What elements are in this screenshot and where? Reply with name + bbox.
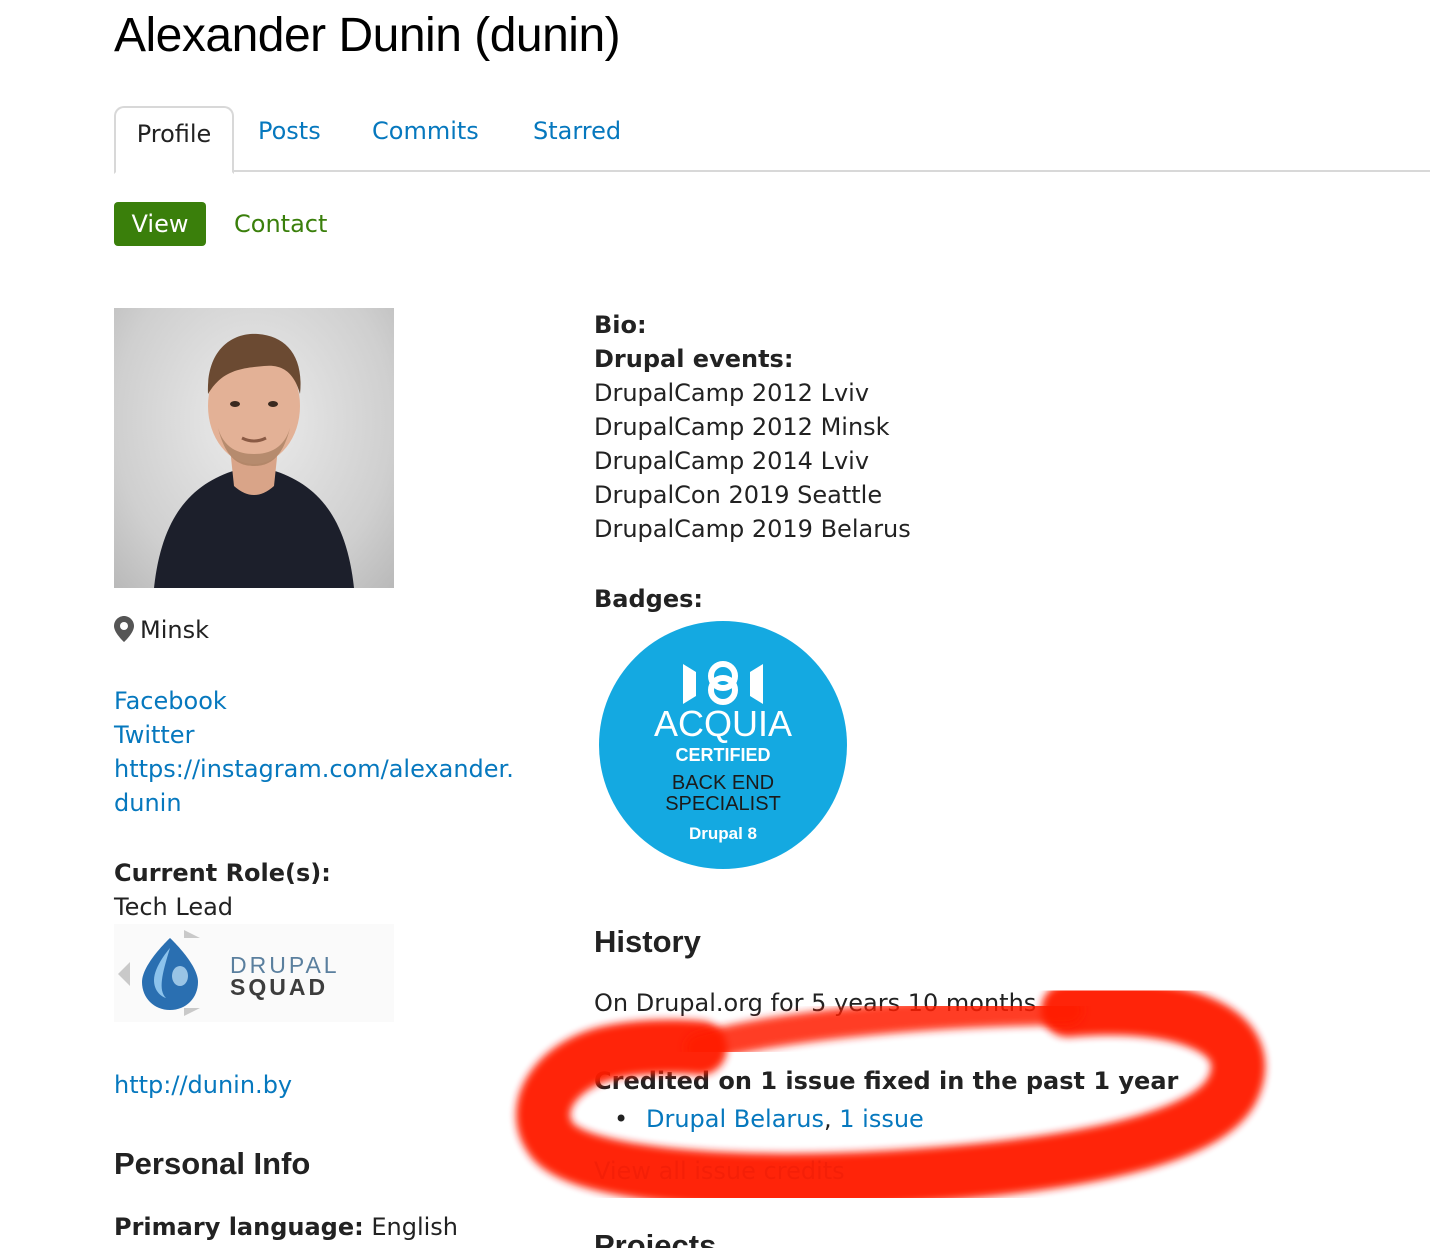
list-item: • Drupal Belarus, 1 issue — [614, 1102, 924, 1136]
badge-brand: ACQUIA — [654, 703, 792, 744]
subtab-contact[interactable]: Contact — [234, 202, 327, 246]
location-text: Minsk — [140, 616, 209, 644]
bio-section: Bio: Drupal events: DrupalCamp 2012 Lviv… — [594, 308, 911, 546]
twitter-link[interactable]: Twitter — [114, 718, 514, 752]
subtab-view[interactable]: View — [114, 202, 206, 246]
tab-commits[interactable]: Commits — [372, 106, 479, 172]
event-item: DrupalCamp 2012 Minsk — [594, 413, 890, 441]
avatar — [114, 308, 394, 588]
view-all-credits-link[interactable]: View all issue credits — [594, 1154, 845, 1188]
bullet-icon: • — [614, 1105, 629, 1133]
avatar-photo — [154, 333, 354, 588]
primary-language-value: English — [371, 1213, 459, 1241]
acquia-badge-graphic: ACQUIA CERTIFIED BACK END SPECIALIST Dru… — [599, 621, 847, 869]
history-membership: On Drupal.org for 5 years 10 months — [594, 989, 1037, 1017]
primary-tabs: Profile Posts Commits Starred — [114, 106, 1430, 174]
tab-starred[interactable]: Starred — [533, 106, 621, 172]
social-links: Facebook Twitter https://instagram.com/a… — [114, 684, 514, 820]
drupal-drop-icon — [118, 930, 200, 1016]
tab-profile[interactable]: Profile — [114, 106, 234, 174]
instagram-link[interactable]: https://instagram.com/alexander. dunin — [114, 752, 514, 820]
personal-info-heading: Personal Info — [114, 1146, 311, 1181]
event-item: DrupalCamp 2014 Lviv — [594, 447, 870, 475]
badge-certified: CERTIFIED — [675, 745, 770, 765]
badge-version: Drupal 8 — [689, 824, 757, 843]
page-title: Alexander Dunin (dunin) — [114, 9, 621, 62]
badge-line-2: SPECIALIST — [665, 793, 781, 815]
projects-heading: Projects — [594, 1228, 717, 1248]
credit-count-link[interactable]: 1 issue — [839, 1105, 924, 1133]
drupal-events-label: Drupal events: — [594, 345, 794, 373]
map-pin-icon — [114, 616, 134, 652]
primary-language: Primary language: English — [114, 1210, 458, 1244]
badges-label: Badges: — [594, 585, 704, 613]
instagram-link-line-1: https://instagram.com/alexander. — [114, 755, 514, 783]
website-link[interactable]: http://dunin.by — [114, 1068, 292, 1102]
bio-label: Bio: — [594, 311, 647, 339]
event-item: DrupalCamp 2019 Belarus — [594, 515, 911, 543]
drupal-squad-logo[interactable]: DRUPAL SQUAD — [114, 924, 394, 1022]
instagram-link-line-2: dunin — [114, 789, 182, 817]
credited-summary: Credited on 1 issue fixed in the past 1 … — [594, 1067, 1179, 1095]
current-role-value: Tech Lead — [114, 893, 234, 921]
primary-language-label: Primary language: — [114, 1213, 364, 1241]
credit-org-link[interactable]: Drupal Belarus — [646, 1105, 824, 1133]
event-item: DrupalCon 2019 Seattle — [594, 481, 883, 509]
badge-line-1: BACK END — [672, 772, 774, 794]
tab-posts[interactable]: Posts — [258, 106, 321, 172]
location: Minsk — [114, 612, 209, 648]
facebook-link[interactable]: Facebook — [114, 684, 514, 718]
acquia-certified-badge[interactable]: ACQUIA CERTIFIED BACK END SPECIALIST Dru… — [598, 620, 848, 870]
credit-list: • Drupal Belarus, 1 issue — [614, 1102, 924, 1136]
org-logo-line-2: SQUAD — [230, 974, 329, 1000]
current-role-label: Current Role(s): — [114, 859, 331, 887]
event-item: DrupalCamp 2012 Lviv — [594, 379, 870, 407]
credit-separator: , — [823, 1105, 832, 1133]
history-heading: History — [594, 924, 701, 959]
